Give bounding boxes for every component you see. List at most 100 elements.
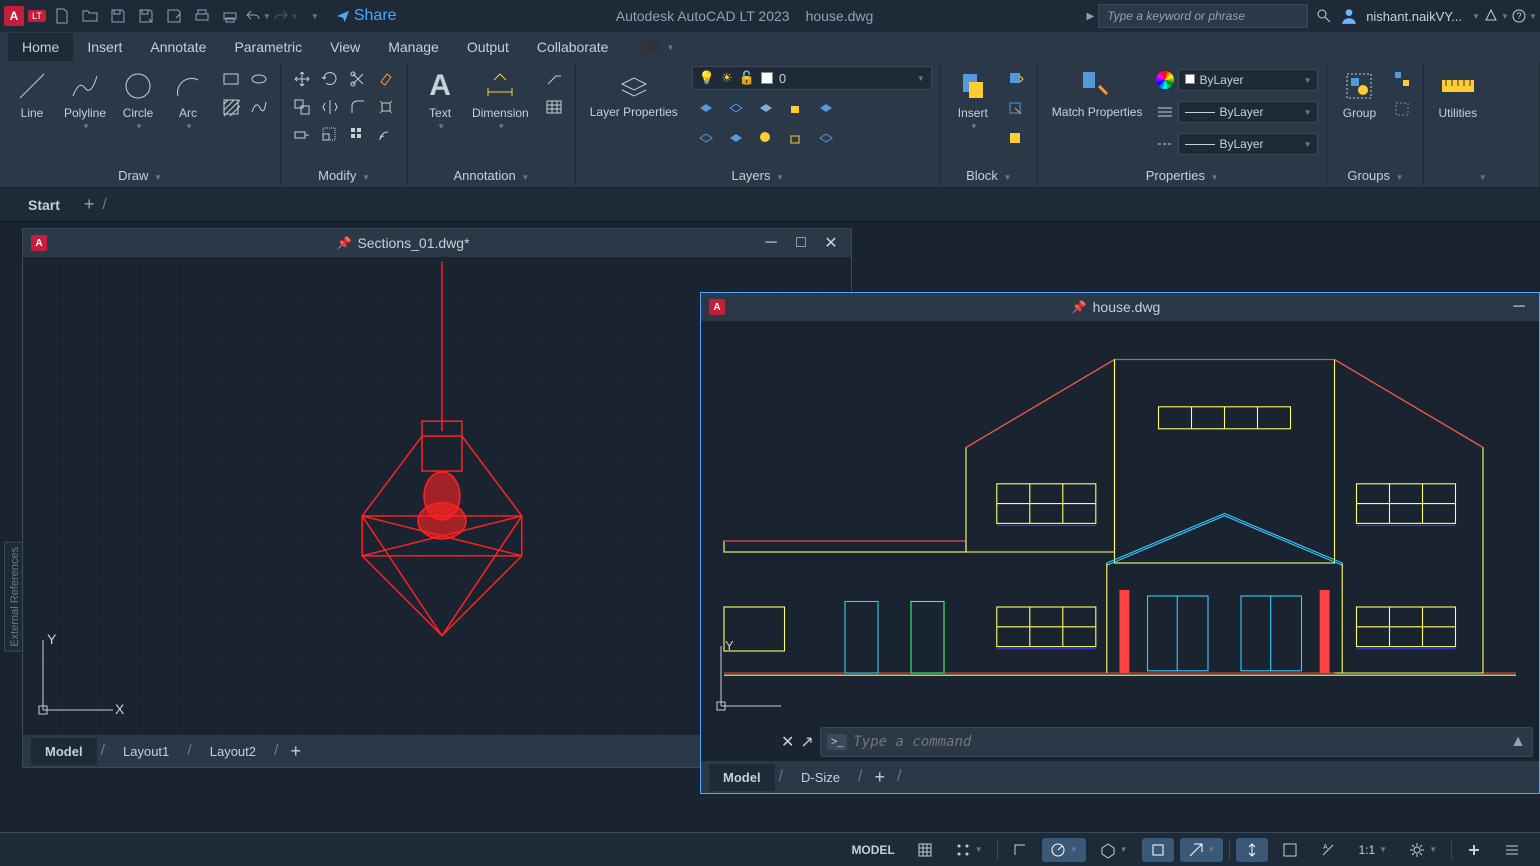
layout-tab-model[interactable]: Model: [31, 738, 97, 765]
cmd-customize-icon[interactable]: ↗: [800, 732, 813, 752]
transparency-icon[interactable]: [1274, 838, 1306, 862]
canvas-right[interactable]: Y ✕ ↗ >_ ▲: [701, 321, 1539, 761]
lwt-icon[interactable]: [1236, 838, 1268, 862]
hatch-icon[interactable]: [218, 94, 244, 120]
group-tool[interactable]: Group: [1335, 66, 1383, 122]
plot-icon[interactable]: [190, 4, 214, 28]
offset-icon[interactable]: [373, 122, 399, 148]
layer-freeze-icon[interactable]: [752, 94, 778, 120]
layer-lock-icon[interactable]: [782, 94, 808, 120]
stretch-icon[interactable]: [289, 122, 315, 148]
trim-icon[interactable]: [345, 66, 371, 92]
layer-make-current-icon[interactable]: [812, 94, 838, 120]
pin-icon[interactable]: 📌: [336, 236, 351, 250]
layer-off-icon[interactable]: [692, 94, 718, 120]
scale-icon[interactable]: [317, 122, 343, 148]
print-icon[interactable]: [218, 4, 242, 28]
dimension-tool[interactable]: Dimension▼: [466, 66, 535, 133]
layer-unlock-icon[interactable]: [782, 124, 808, 150]
layout-tab-layout1[interactable]: Layout1: [109, 738, 183, 765]
title-nav-arrow[interactable]: ▶: [1086, 11, 1094, 22]
autodesk-icon[interactable]: ▼: [1484, 4, 1508, 28]
utilities-panel-label[interactable]: ▼: [1432, 166, 1531, 185]
pin-icon[interactable]: 📌: [1072, 300, 1087, 314]
modify-panel-label[interactable]: Modify ▼: [289, 166, 399, 185]
lineweight-dropdown[interactable]: ByLayer▼: [1178, 101, 1318, 123]
search-icon[interactable]: [1312, 4, 1336, 28]
settings-gear-icon[interactable]: ▼: [1401, 838, 1445, 862]
annoscale-icon[interactable]: A: [1312, 838, 1344, 862]
command-input[interactable]: [853, 734, 1504, 750]
move-icon[interactable]: [289, 66, 315, 92]
layout-tab-model-r[interactable]: Model: [709, 764, 775, 791]
saveas-icon[interactable]: [134, 4, 158, 28]
tab-home[interactable]: Home: [8, 33, 73, 61]
mirror-icon[interactable]: [317, 94, 343, 120]
qat-customize-icon[interactable]: ▼: [302, 4, 326, 28]
tab-manage[interactable]: Manage: [374, 33, 453, 61]
osnap-icon[interactable]: [1142, 838, 1174, 862]
tab-output[interactable]: Output: [453, 33, 523, 61]
tab-parametric[interactable]: Parametric: [220, 33, 316, 61]
properties-panel-label[interactable]: Properties ▼: [1046, 166, 1319, 185]
grid-icon[interactable]: [909, 838, 941, 862]
draw-panel-label[interactable]: Draw ▼: [8, 166, 272, 185]
undo-icon[interactable]: ▼: [246, 4, 270, 28]
add-layout-button-r[interactable]: +: [866, 767, 893, 788]
new-tab-button[interactable]: +: [84, 194, 95, 215]
minimize-button[interactable]: ─: [759, 233, 783, 253]
arc-tool[interactable]: Arc▼: [164, 66, 212, 133]
isodraft-icon[interactable]: ▼: [1092, 838, 1136, 862]
layer-iso-icon[interactable]: [722, 94, 748, 120]
fillet-icon[interactable]: [345, 94, 371, 120]
spline-icon[interactable]: [246, 94, 272, 120]
ortho-icon[interactable]: [1004, 838, 1036, 862]
layer-match-icon[interactable]: [692, 124, 718, 150]
maximize-button[interactable]: □: [789, 233, 813, 253]
layers-panel-label[interactable]: Layers ▼: [584, 166, 932, 185]
rectangle-icon[interactable]: [218, 66, 244, 92]
scale-button[interactable]: 1:1▼: [1350, 839, 1395, 861]
ungroup-icon[interactable]: [1389, 66, 1415, 92]
array-icon[interactable]: [345, 122, 371, 148]
create-block-icon[interactable]: [1003, 66, 1029, 92]
groups-panel-label[interactable]: Groups ▼: [1335, 166, 1415, 185]
layer-properties-tool[interactable]: Layer Properties: [584, 66, 684, 121]
tab-annotate[interactable]: Annotate: [136, 33, 220, 61]
block-panel-label[interactable]: Block ▼: [949, 166, 1029, 185]
match-properties-tool[interactable]: Match Properties: [1046, 66, 1149, 121]
polyline-tool[interactable]: Polyline▼: [58, 66, 112, 133]
add-layout-button[interactable]: +: [282, 741, 309, 762]
tab-collaborate[interactable]: Collaborate: [523, 33, 623, 61]
start-tab[interactable]: Start: [12, 189, 76, 221]
save-icon[interactable]: [106, 4, 130, 28]
table-icon[interactable]: [541, 94, 567, 120]
linetype-dropdown[interactable]: ByLayer▼: [1178, 133, 1318, 155]
model-space-button[interactable]: MODEL: [843, 839, 902, 861]
close-button[interactable]: ✕: [819, 233, 843, 253]
open-file-icon[interactable]: [78, 4, 102, 28]
tab-insert[interactable]: Insert: [73, 33, 136, 61]
search-input[interactable]: Type a keyword or phrase: [1098, 4, 1308, 28]
annotation-panel-label[interactable]: Annotation ▼: [416, 166, 567, 185]
tab-view[interactable]: View: [316, 33, 374, 61]
color-dropdown[interactable]: ByLayer▼: [1178, 69, 1318, 91]
rotate-icon[interactable]: [317, 66, 343, 92]
insert-block-tool[interactable]: Insert▼: [949, 66, 997, 133]
help-icon[interactable]: ?▼: [1512, 4, 1536, 28]
layout-tab-layout2[interactable]: Layout2: [196, 738, 270, 765]
explode-icon[interactable]: [373, 94, 399, 120]
cmd-close-icon[interactable]: ✕: [781, 732, 794, 752]
share-button[interactable]: Share: [330, 5, 403, 27]
cmd-history-icon[interactable]: ▲: [1510, 733, 1526, 751]
user-menu[interactable]: nishant.naikVY... ▼: [1340, 7, 1480, 25]
zoom-icon[interactable]: [1458, 838, 1490, 862]
command-line[interactable]: >_ ▲: [820, 727, 1533, 757]
customize-icon[interactable]: [1496, 838, 1528, 862]
layer-change-icon[interactable]: [812, 124, 838, 150]
copy-icon[interactable]: [289, 94, 315, 120]
ellipse-icon[interactable]: [246, 66, 272, 92]
new-file-icon[interactable]: [50, 4, 74, 28]
line-tool[interactable]: Line: [8, 66, 56, 122]
layout-tab-dsize[interactable]: D-Size: [787, 764, 854, 791]
